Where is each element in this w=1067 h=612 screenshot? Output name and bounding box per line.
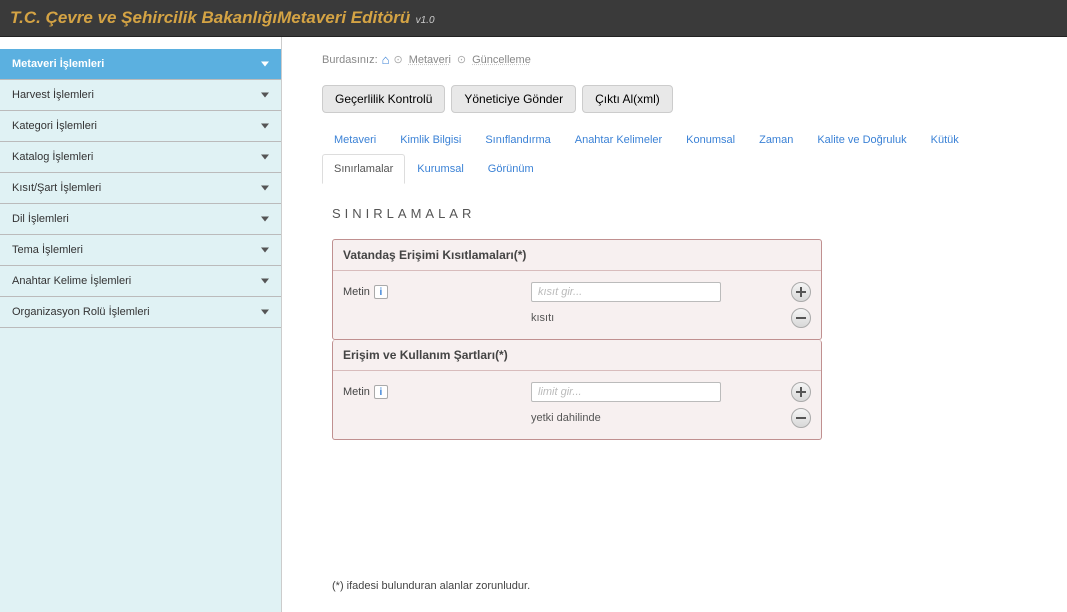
tab-kutuk[interactable]: Kütük: [919, 125, 971, 154]
sidebar-item-kategori[interactable]: Kategori İşlemleri: [0, 111, 281, 142]
tab-kalite-dogruluk[interactable]: Kalite ve Doğruluk: [805, 125, 918, 154]
panel-vatandas-erisimi: Vatandaş Erişimi Kısıtlamaları(*) Metin …: [332, 239, 822, 340]
sidebar: Metaveri İşlemleri Harvest İşlemleri Kat…: [0, 37, 282, 612]
value-row: kısıtı: [343, 305, 811, 331]
form-row: Metin i: [343, 379, 811, 405]
breadcrumb: Burdasınız: ⌂ ⊙ Metaveri ⊙ Güncelleme: [322, 52, 1047, 67]
kisit-input[interactable]: [531, 282, 721, 302]
tab-metaveri[interactable]: Metaveri: [322, 125, 388, 154]
sidebar-item-label: Kısıt/Şart İşlemleri: [12, 182, 101, 194]
value-text: kısıtı: [531, 309, 721, 327]
breadcrumb-item[interactable]: Güncelleme: [470, 54, 533, 66]
sidebar-item-anahtar-kelime[interactable]: Anahtar Kelime İşlemleri: [0, 266, 281, 297]
form-label: Metin i: [343, 285, 523, 299]
sidebar-item-label: Anahtar Kelime İşlemleri: [12, 275, 131, 287]
breadcrumb-item[interactable]: Metaveri: [407, 54, 453, 66]
tab-anahtar-kelimeler[interactable]: Anahtar Kelimeler: [563, 125, 674, 154]
sidebar-item-label: Dil İşlemleri: [12, 213, 69, 225]
value-row: yetki dahilinde: [343, 405, 811, 431]
add-button[interactable]: [791, 382, 811, 402]
label-text: Metin: [343, 286, 370, 298]
limit-input[interactable]: [531, 382, 721, 402]
breadcrumb-sep-icon: ⊙: [394, 53, 403, 66]
add-button[interactable]: [791, 282, 811, 302]
tab-gorunum[interactable]: Görünüm: [476, 154, 546, 184]
sidebar-item-label: Harvest İşlemleri: [12, 89, 94, 101]
sidebar-item-katalog[interactable]: Katalog İşlemleri: [0, 142, 281, 173]
breadcrumb-label: Burdasınız:: [322, 54, 378, 66]
app-title: T.C. Çevre ve Şehircilik BakanlığıMetave…: [10, 8, 410, 27]
sidebar-item-label: Metaveri İşlemleri: [12, 58, 104, 70]
plus-icon: [796, 387, 806, 397]
info-icon[interactable]: i: [374, 385, 388, 399]
sidebar-item-tema[interactable]: Tema İşlemleri: [0, 235, 281, 266]
value-text: yetki dahilinde: [531, 409, 721, 427]
export-xml-button[interactable]: Çıktı Al(xml): [582, 85, 673, 113]
panel-erisim-kullanim: Erişim ve Kullanım Şartları(*) Metin i: [332, 340, 822, 440]
tab-siniflandirma[interactable]: Sınıflandırma: [473, 125, 562, 154]
send-manager-button[interactable]: Yöneticiye Gönder: [451, 85, 576, 113]
validate-button[interactable]: Geçerlilik Kontrolü: [322, 85, 445, 113]
breadcrumb-sep-icon: ⊙: [457, 53, 466, 66]
form-label: Metin i: [343, 385, 523, 399]
tab-bar: Metaveri Kimlik Bilgisi Sınıflandırma An…: [322, 125, 1047, 184]
label-text: Metin: [343, 386, 370, 398]
minus-icon: [796, 313, 806, 323]
panel-header: Vatandaş Erişimi Kısıtlamaları(*): [333, 240, 821, 271]
remove-button[interactable]: [791, 408, 811, 428]
form-panels: Vatandaş Erişimi Kısıtlamaları(*) Metin …: [332, 239, 822, 440]
sidebar-item-label: Kategori İşlemleri: [12, 120, 97, 132]
sidebar-item-label: Katalog İşlemleri: [12, 151, 93, 163]
app-header: T.C. Çevre ve Şehircilik BakanlığıMetave…: [0, 0, 1067, 37]
action-buttons: Geçerlilik Kontrolü Yöneticiye Gönder Çı…: [322, 85, 1047, 113]
tab-kurumsal[interactable]: Kurumsal: [405, 154, 475, 184]
sidebar-item-organizasyon-rolu[interactable]: Organizasyon Rolü İşlemleri: [0, 297, 281, 328]
section-title: SINIRLAMALAR: [332, 206, 1047, 221]
panel-header: Erişim ve Kullanım Şartları(*): [333, 340, 821, 371]
sidebar-item-dil[interactable]: Dil İşlemleri: [0, 204, 281, 235]
sidebar-item-harvest[interactable]: Harvest İşlemleri: [0, 80, 281, 111]
app-version: v1.0: [416, 15, 435, 26]
plus-icon: [796, 287, 806, 297]
tab-zaman[interactable]: Zaman: [747, 125, 805, 154]
tab-kimlik-bilgisi[interactable]: Kimlik Bilgisi: [388, 125, 473, 154]
form-row: Metin i: [343, 279, 811, 305]
sidebar-item-label: Tema İşlemleri: [12, 244, 83, 256]
home-icon[interactable]: ⌂: [382, 52, 390, 67]
sidebar-item-metaveri[interactable]: Metaveri İşlemleri: [0, 49, 281, 80]
sidebar-item-kisit-sart[interactable]: Kısıt/Şart İşlemleri: [0, 173, 281, 204]
sidebar-item-label: Organizasyon Rolü İşlemleri: [12, 306, 150, 318]
tab-sinirlamalar[interactable]: Sınırlamalar: [322, 154, 405, 184]
sidebar-spacer: [0, 37, 281, 49]
remove-button[interactable]: [791, 308, 811, 328]
minus-icon: [796, 413, 806, 423]
info-icon[interactable]: i: [374, 285, 388, 299]
main-content: Burdasınız: ⌂ ⊙ Metaveri ⊙ Güncelleme Ge…: [282, 37, 1067, 612]
tab-konumsal[interactable]: Konumsal: [674, 125, 747, 154]
footnote: (*) ifadesi bulunduran alanlar zorunludu…: [332, 580, 1047, 592]
